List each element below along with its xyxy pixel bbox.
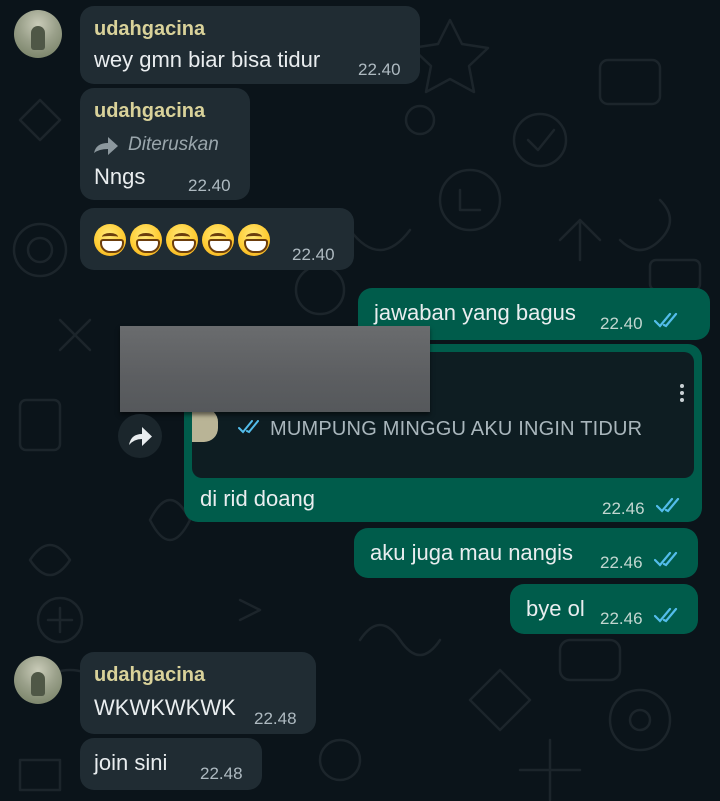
incoming-message-bubble[interactable]: join sini 22.48 — [80, 738, 262, 790]
incoming-message-bubble[interactable]: udahgacina WKWKWKWK 22.48 — [80, 652, 316, 734]
emoji-row — [94, 224, 270, 256]
incoming-message-bubble[interactable]: udahgacina wey gmn biar bisa tidur 22.40 — [80, 6, 420, 84]
contact-avatar[interactable] — [14, 656, 62, 704]
redaction-overlay — [120, 326, 430, 412]
message-time: 22.48 — [254, 709, 297, 728]
double-check-icon — [654, 551, 678, 567]
double-check-icon — [238, 420, 259, 434]
message-text: jawaban yang bagus — [374, 300, 576, 325]
message-text: aku juga mau nangis — [370, 540, 574, 565]
double-check-icon — [656, 497, 680, 513]
outgoing-message-bubble[interactable]: bye ol 22.46 — [510, 584, 698, 634]
message-time: 22.46 — [602, 499, 645, 518]
grinning-face-icon — [130, 224, 162, 256]
forward-arrow-icon — [94, 137, 118, 155]
message-time: 22.40 — [600, 314, 643, 333]
sender-name[interactable]: udahgacina — [94, 98, 205, 124]
message-text: WKWKWKWK — [94, 695, 236, 720]
quoted-text: MUMPUNG MINGGU AKU INGIN TIDUR — [270, 418, 643, 440]
grinning-face-icon — [238, 224, 270, 256]
more-vertical-icon[interactable] — [680, 384, 684, 402]
message-text: Nngs — [94, 164, 146, 189]
double-check-icon — [654, 607, 678, 623]
message-time: 22.40 — [358, 60, 401, 79]
message-text: join sini — [94, 750, 168, 775]
message-text: wey gmn biar bisa tidur — [94, 47, 321, 72]
message-time: 22.46 — [600, 553, 643, 572]
grinning-face-icon — [166, 224, 198, 256]
outgoing-message-bubble[interactable]: aku juga mau nangis 22.46 — [354, 528, 698, 578]
forwarded-label: Diteruskan — [128, 134, 219, 155]
message-time: 22.40 — [292, 245, 335, 264]
double-check-icon — [654, 312, 678, 328]
share-arrow-icon — [129, 427, 152, 446]
emoji-message-bubble[interactable]: 22.40 — [80, 208, 354, 270]
grinning-face-icon — [94, 224, 126, 256]
forwarded-indicator: Diteruskan — [92, 132, 219, 158]
sender-name[interactable]: udahgacina — [94, 662, 205, 688]
message-text: bye ol — [526, 596, 585, 621]
grinning-face-icon — [202, 224, 234, 256]
share-button[interactable] — [118, 414, 162, 458]
message-time: 22.48 — [200, 764, 243, 783]
forwarded-message-bubble[interactable]: udahgacina Diteruskan Nngs 22.40 — [80, 88, 250, 200]
message-time: 22.40 — [188, 176, 231, 195]
sender-name[interactable]: udahgacina — [94, 16, 205, 42]
message-text: di rid doang — [200, 486, 315, 511]
message-time: 22.46 — [600, 609, 643, 628]
contact-avatar[interactable] — [14, 10, 62, 58]
quoted-thumbnail — [192, 408, 218, 442]
